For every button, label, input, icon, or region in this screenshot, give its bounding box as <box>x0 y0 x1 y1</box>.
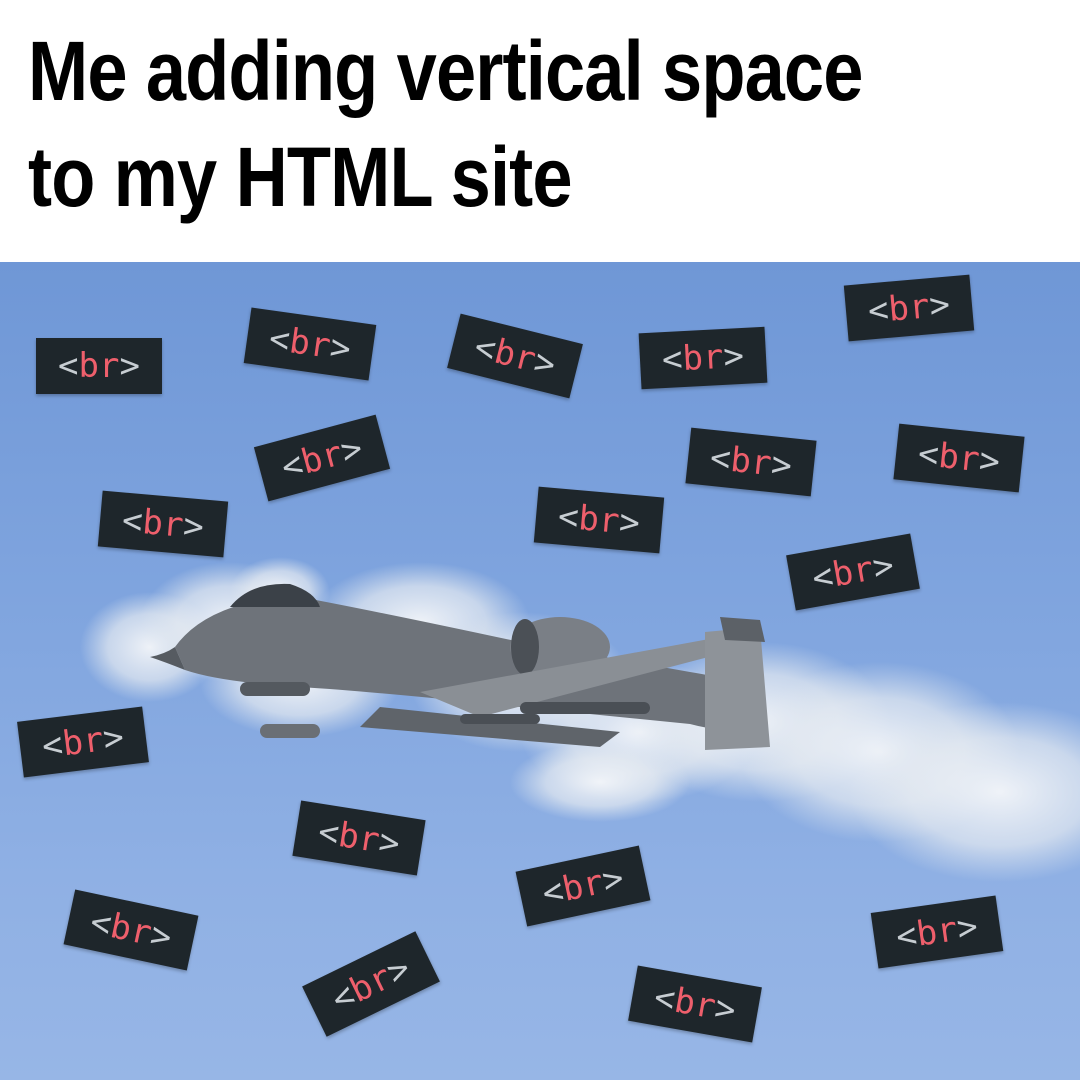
tag-word: br <box>829 548 877 596</box>
meme-caption: Me adding vertical space to my HTML site <box>0 0 1080 262</box>
tag-word: br <box>886 286 932 330</box>
caption-line-2: to my HTML site <box>28 130 573 224</box>
tag-word: br <box>936 435 982 481</box>
caption-line-1: Me adding vertical space <box>28 24 863 118</box>
tag-word: br <box>728 439 774 485</box>
tag-word: br <box>60 719 106 765</box>
br-tag: < br > <box>97 490 229 558</box>
tag-close-bracket: > <box>954 906 981 949</box>
tag-word: br <box>913 909 961 955</box>
br-tag: < br > <box>843 274 975 342</box>
tag-close-bracket: > <box>769 444 794 487</box>
tag-close-bracket: > <box>100 717 127 760</box>
tag-close-bracket: > <box>722 335 745 377</box>
tag-word: br <box>576 498 622 542</box>
tag-open-bracket: < <box>58 346 79 386</box>
caption-text: Me adding vertical space to my HTML site <box>28 18 909 230</box>
tag-close-bracket: > <box>327 327 354 370</box>
tag-word: br <box>78 346 120 386</box>
tag-close-bracket: > <box>977 440 1002 483</box>
tag-open-bracket: < <box>661 339 684 381</box>
tag-word: br <box>671 980 719 1028</box>
br-tag: < br > <box>638 326 768 390</box>
br-tag: < br > <box>533 486 665 554</box>
tag-close-bracket: > <box>119 346 140 386</box>
tag-close-bracket: > <box>927 284 952 327</box>
tag-word: br <box>286 321 334 367</box>
gun-smoke-icon <box>80 557 1080 882</box>
tag-word: br <box>335 815 383 861</box>
tag-close-bracket: > <box>181 505 206 548</box>
tag-word: br <box>140 502 186 546</box>
sky-photo: < br > < br > < br > < br > < br > < br > < br > < br > … <box>0 262 1080 1080</box>
tag-close-bracket: > <box>617 501 642 544</box>
br-tag: < br > <box>36 338 162 394</box>
tag-word: br <box>681 336 725 380</box>
